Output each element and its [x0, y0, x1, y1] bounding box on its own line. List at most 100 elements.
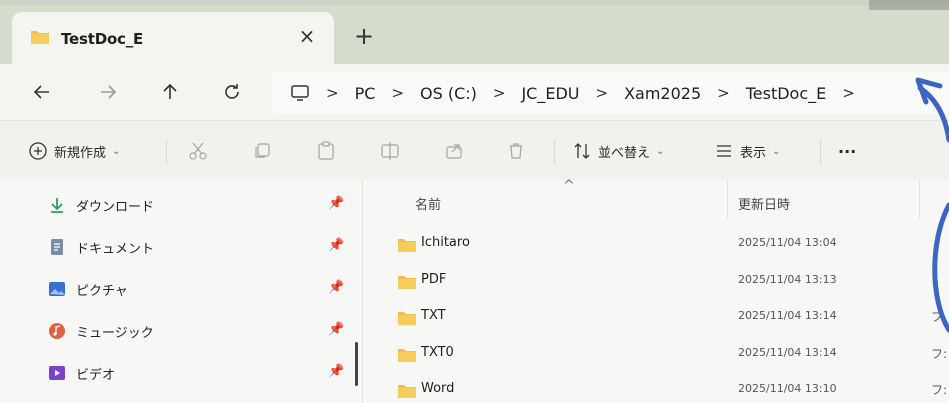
arrow-left-icon — [33, 85, 49, 99]
pin-icon[interactable]: 📌 — [328, 280, 344, 295]
share-icon — [446, 144, 462, 159]
file-type: フ — [931, 310, 944, 324]
breadcrumb-item-jc-edu[interactable]: JC_EDU — [521, 84, 579, 103]
navigation-pane: ダウンロード 📌 ドキュメント 📌 ピクチャ 📌 ミュージック 📌 ビデオ 📌 — [0, 180, 362, 403]
file-type: フ: — [931, 347, 948, 361]
share-button[interactable] — [444, 135, 464, 167]
paste-button[interactable] — [316, 135, 336, 167]
file-row[interactable]: Word 2025/11/04 13:10 フ: — [363, 372, 949, 403]
copy-icon — [255, 143, 270, 158]
column-header-name[interactable]: 名前 — [415, 194, 441, 213]
breadcrumb-separator: > — [326, 84, 339, 102]
file-row[interactable]: Ichitaro 2025/11/04 13:04 — [363, 226, 949, 262]
tab-title: TestDoc_E — [61, 30, 144, 48]
refresh-icon — [225, 84, 239, 99]
pin-icon[interactable]: 📌 — [328, 238, 344, 253]
sidebar-item-downloads[interactable]: ダウンロード 📌 — [48, 190, 348, 220]
back-button[interactable] — [26, 76, 58, 108]
pin-icon[interactable]: 📌 — [328, 364, 344, 379]
pin-icon[interactable]: 📌 — [328, 196, 344, 211]
file-date: 2025/11/04 13:10 — [738, 382, 837, 395]
file-name: PDF — [421, 272, 447, 287]
breadcrumb-item-testdoc-e[interactable]: TestDoc_E — [746, 84, 827, 103]
download-icon — [51, 198, 63, 213]
up-button[interactable] — [154, 76, 186, 108]
cut-button[interactable] — [188, 135, 208, 167]
arrow-up-icon — [163, 83, 177, 99]
navigation-bar: > PC > OS (C:) > JC_EDU > Xam2025 > Test… — [0, 64, 949, 120]
sidebar-item-videos[interactable]: ビデオ 📌 — [48, 358, 348, 388]
sort-button[interactable]: 並べ替え ⌄ — [572, 135, 664, 167]
list-view-icon — [717, 145, 731, 157]
delete-button[interactable] — [506, 135, 526, 167]
sidebar-item-documents[interactable]: ドキュメント 📌 — [48, 232, 348, 262]
command-bar: 新規作成 ⌄ 並べ替え ⌄ 表示 ⌄ ··· — [0, 120, 949, 180]
new-tab-button[interactable]: + — [352, 22, 376, 50]
file-name: TXT — [421, 308, 446, 323]
picture-icon — [49, 282, 65, 296]
breadcrumb-expand-chevron[interactable]: > — [842, 84, 855, 102]
file-name: Ichitaro — [421, 235, 470, 250]
file-name: TXT0 — [421, 345, 454, 360]
breadcrumb-separator: > — [492, 84, 506, 102]
file-name: Word — [421, 381, 455, 396]
address-bar[interactable]: > PC > OS (C:) > JC_EDU > Xam2025 > Test… — [272, 72, 949, 114]
file-row[interactable]: TXT 2025/11/04 13:14 フ — [363, 299, 949, 335]
more-icon: ··· — [838, 141, 857, 161]
column-resize-handle[interactable] — [727, 180, 728, 218]
chevron-down-icon: ⌄ — [112, 145, 121, 157]
chevron-down-icon: ⌄ — [772, 145, 781, 157]
breadcrumb-separator: > — [391, 84, 404, 102]
chevron-down-icon: ⌄ — [656, 145, 665, 157]
breadcrumb-item-os-c[interactable]: OS (C:) — [420, 84, 477, 103]
view-button-label: 表示 — [740, 145, 767, 161]
file-date: 2025/11/04 13:13 — [738, 273, 837, 286]
copy-button[interactable] — [252, 135, 272, 167]
file-date: 2025/11/04 13:14 — [738, 346, 837, 359]
sidebar-item-music[interactable]: ミュージック 📌 — [48, 316, 348, 346]
sort-ascending-icon: ^ — [563, 178, 575, 194]
more-options-button[interactable]: ··· — [838, 135, 856, 167]
file-date: 2025/11/04 13:04 — [738, 236, 837, 249]
sidebar-item-label: ダウンロード — [76, 199, 155, 215]
sidebar-scrollbar[interactable] — [355, 342, 358, 386]
refresh-button[interactable] — [216, 76, 248, 108]
sort-button-label: 並べ替え — [598, 145, 651, 161]
breadcrumb-separator: > — [595, 84, 609, 102]
content-area: ダウンロード 📌 ドキュメント 📌 ピクチャ 📌 ミュージック 📌 ビデオ 📌 … — [0, 178, 949, 403]
file-type: フ: — [931, 383, 948, 397]
rename-button[interactable] — [380, 135, 402, 167]
column-resize-handle[interactable] — [919, 180, 920, 218]
music-icon — [49, 323, 65, 339]
sidebar-item-label: ミュージック — [76, 325, 154, 341]
breadcrumb-separator: > — [717, 84, 730, 102]
file-row[interactable]: PDF 2025/11/04 13:13 — [363, 263, 949, 299]
trash-icon — [510, 143, 522, 159]
pin-icon[interactable]: 📌 — [328, 322, 344, 337]
file-date: 2025/11/04 13:14 — [738, 309, 837, 322]
breadcrumb-item-pc[interactable]: PC — [355, 84, 376, 103]
divider — [820, 139, 821, 165]
folder-icon — [397, 237, 417, 257]
column-header-modified[interactable]: 更新日時 — [738, 194, 790, 213]
sidebar-item-pictures[interactable]: ピクチャ 📌 — [48, 274, 348, 304]
arrow-right-icon — [101, 85, 117, 99]
file-explorer-window: TestDoc_E × + > PC > OS (C:) > JC_EDU > … — [0, 0, 949, 403]
title-bar-edge — [0, 0, 949, 6]
clipboard-icon — [318, 141, 334, 160]
forward-button[interactable] — [92, 76, 124, 108]
folder-icon — [397, 274, 417, 294]
breadcrumb-item-xam2025[interactable]: Xam2025 — [624, 84, 701, 103]
tab-testdoc-e[interactable]: TestDoc_E × — [12, 12, 334, 66]
plus-circle-icon — [29, 142, 47, 160]
rename-icon — [381, 142, 399, 160]
divider — [166, 139, 167, 165]
divider — [554, 139, 555, 165]
folder-icon — [397, 310, 417, 330]
new-button[interactable]: 新規作成 ⌄ — [28, 135, 120, 167]
sidebar-item-label: ドキュメント — [76, 241, 155, 257]
view-button[interactable]: 表示 ⌄ — [714, 135, 780, 167]
computer-icon — [290, 84, 310, 102]
close-tab-icon[interactable]: × — [296, 24, 318, 48]
file-row[interactable]: TXT0 2025/11/04 13:14 フ: — [363, 336, 949, 372]
